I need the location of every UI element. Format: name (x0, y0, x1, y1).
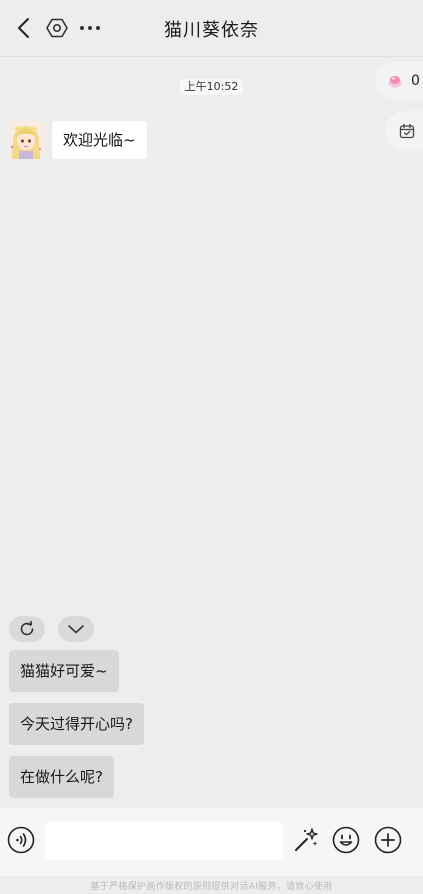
anime-girl-avatar-image (7, 121, 45, 159)
candy-count: 0 (411, 73, 420, 89)
message-bubble: 欢迎光临~ (52, 121, 147, 159)
suggestion-chip[interactable]: 在做什么呢? (9, 756, 114, 798)
candy-counter-chip[interactable]: 0 (375, 62, 423, 100)
calendar-chip[interactable] (385, 111, 423, 151)
emoji-icon (332, 826, 360, 854)
message-timestamp: 上午10:52 (179, 79, 244, 95)
suggestion-chip[interactable]: 猫猫好可爱~ (9, 650, 119, 692)
avatar[interactable] (7, 121, 45, 159)
refresh-icon (20, 620, 34, 636)
voice-button[interactable] (7, 826, 35, 854)
message-input[interactable] (45, 822, 283, 860)
refresh-suggestions-button[interactable] (9, 616, 45, 642)
candy-icon (388, 76, 402, 88)
page-title: 猫川葵依奈 (164, 20, 259, 41)
message-row: 欢迎光临~ (7, 121, 147, 159)
calendar-check-icon (399, 123, 415, 139)
input-bar (0, 808, 423, 876)
plus-button[interactable] (374, 826, 402, 854)
chat-page: 猫川葵依奈 上午10:52 0 欢迎光临~ 猫猫好可爱~ 今天过得开心吗? 在做… (0, 0, 423, 894)
magic-wand-button[interactable] (292, 826, 320, 854)
suggestion-chip[interactable]: 今天过得开心吗? (9, 703, 144, 745)
disclaimer-text: 基于严格保护画作版权的原则提供对话AI服务，请放心使用 (90, 882, 333, 892)
collapse-suggestions-button[interactable] (58, 616, 94, 642)
chevron-down-icon (68, 625, 84, 634)
magic-wand-icon (295, 828, 318, 851)
plus-circle-icon (374, 826, 402, 854)
voice-icon (7, 826, 35, 854)
chat-header: 猫川葵依奈 (0, 0, 423, 57)
emoji-button[interactable] (332, 826, 360, 854)
